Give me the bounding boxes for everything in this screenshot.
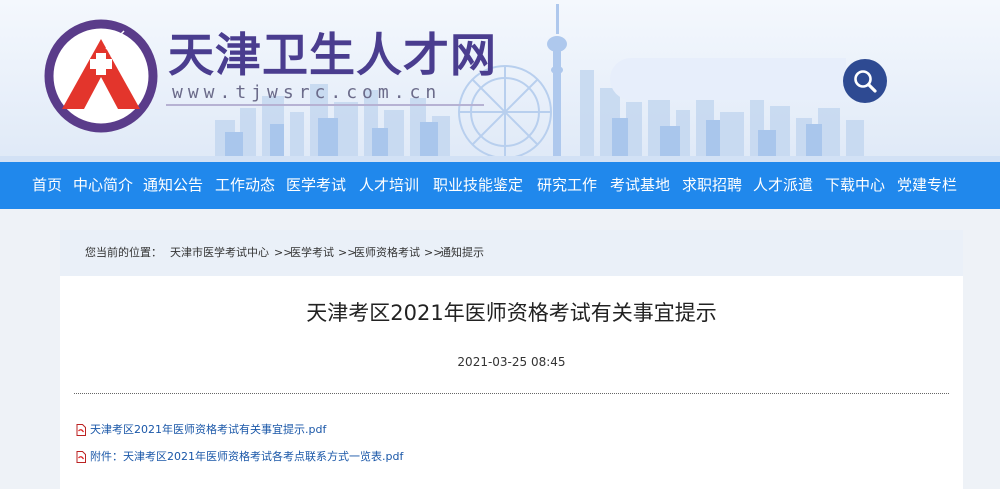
nav-item-skill-appraisal[interactable]: 职业技能鉴定: [433, 162, 523, 209]
nav-item-research[interactable]: 研究工作: [537, 162, 597, 209]
attachment-link[interactable]: 附件：天津考区2021年医师资格考试各考点联系方式一览表.pdf: [76, 449, 403, 465]
url-underline: [166, 104, 484, 106]
nav-item-dispatch[interactable]: 人才派遣: [753, 162, 813, 209]
nav-item-about[interactable]: 中心简介: [73, 162, 133, 209]
search-icon: [854, 70, 877, 93]
search-button[interactable]: [843, 59, 887, 103]
breadcrumb: 您当前的位置： 天津市医学考试中心 >> 医学考试 >> 医师资格考试 >> 通…: [60, 230, 963, 276]
red-cross-house-logo-icon: [44, 19, 158, 133]
attachment-label: 附件：天津考区2021年医师资格考试各考点联系方式一览表.pdf: [90, 450, 404, 463]
nav-item-notices[interactable]: 通知公告: [143, 162, 203, 209]
attachment-label: 天津考区2021年医师资格考试有关事宜提示.pdf: [90, 423, 327, 436]
attachment-link[interactable]: 天津考区2021年医师资格考试有关事宜提示.pdf: [76, 422, 326, 438]
main-nav: 首页 中心简介 通知公告 工作动态 医学考试 人才培训 职业技能鉴定 研究工作 …: [0, 162, 1000, 209]
nav-item-medical-exam[interactable]: 医学考试: [286, 162, 346, 209]
pdf-icon: [76, 424, 86, 436]
article-date: 2021-03-25 08:45: [457, 355, 566, 369]
nav-item-downloads[interactable]: 下载中心: [825, 162, 885, 209]
article-panel: 您当前的位置： 天津市医学考试中心 >> 医学考试 >> 医师资格考试 >> 通…: [60, 230, 963, 489]
nav-item-jobs[interactable]: 求职招聘: [682, 162, 742, 209]
site-name: 天津卫生人才网: [168, 28, 497, 82]
breadcrumb-item-physician-exam[interactable]: 医师资格考试: [354, 246, 420, 260]
site-header: 天津卫生人才网 www.tjwsrc.com.cn: [0, 0, 1000, 162]
nav-item-party-building[interactable]: 党建专栏: [897, 162, 957, 209]
nav-item-home[interactable]: 首页: [32, 162, 62, 209]
breadcrumb-item-medical-exam[interactable]: 医学考试: [290, 246, 334, 260]
breadcrumb-item-notices[interactable]: 通知提示: [440, 246, 484, 260]
pdf-icon: [76, 451, 86, 463]
nav-item-talent-training[interactable]: 人才培训: [359, 162, 419, 209]
divider: [74, 393, 949, 394]
nav-item-exam-base[interactable]: 考试基地: [610, 162, 670, 209]
article-title: 天津考区2021年医师资格考试有关事宜提示: [306, 301, 717, 325]
search-input[interactable]: [610, 58, 846, 100]
breadcrumb-item-exam-center[interactable]: 天津市医学考试中心: [170, 246, 269, 260]
breadcrumb-prefix: 您当前的位置：: [85, 246, 162, 259]
site-url: www.tjwsrc.com.cn: [172, 82, 442, 103]
nav-item-work-news[interactable]: 工作动态: [215, 162, 275, 209]
